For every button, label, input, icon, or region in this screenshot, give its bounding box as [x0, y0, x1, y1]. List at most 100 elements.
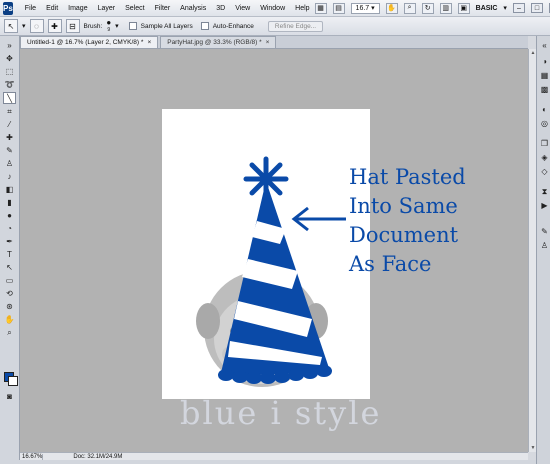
3d-rotate-tool-icon[interactable]: ⟲	[3, 288, 16, 300]
menu-3d[interactable]: 3D	[211, 5, 230, 12]
zoom-tool-icon[interactable]: ⌕	[403, 2, 416, 14]
healing-brush-tool-icon[interactable]: ✚	[3, 132, 16, 144]
menu-window[interactable]: Window	[255, 5, 290, 12]
channels-panel-icon[interactable]: ◈	[539, 152, 550, 163]
marquee-tool-icon[interactable]: ⬚	[3, 66, 16, 78]
new-selection-icon[interactable]: ◌	[29, 19, 44, 33]
shape-tool-icon[interactable]: ▭	[3, 275, 16, 287]
3d-orbit-tool-icon[interactable]: ⊛	[3, 301, 16, 313]
annotation-text: Hat Pasted Into Same Document As Face	[349, 163, 469, 279]
brush-size: 9	[107, 27, 111, 33]
canvas-workspace[interactable]: Hat Pasted Into Same Document As Face bl…	[20, 49, 528, 452]
bridge-icon[interactable]: ▦	[314, 2, 327, 14]
menu-analysis[interactable]: Analysis	[175, 5, 211, 12]
tools-panel: » ✥ ⬚ ➰ ╲ ⌗ ⁄ ✚ ✎ ♙ ♪ ◧ ▮ ● ◔ ✒ T ↖ ▭ ⟲ …	[0, 36, 20, 460]
dodge-tool-icon[interactable]: ◔	[3, 223, 16, 235]
clone-source-panel-icon[interactable]: ♙	[539, 240, 550, 251]
brush-chevron-icon[interactable]: ▾	[115, 22, 119, 30]
rotate-view-icon[interactable]: ↻	[421, 2, 434, 14]
annotation-line: Into Same	[349, 194, 458, 218]
minimize-icon[interactable]: –	[512, 3, 525, 13]
brush-label: Brush:	[83, 22, 103, 30]
screen-mode-icon[interactable]: ▣	[457, 2, 470, 14]
quick-mask-icon[interactable]: ◙	[3, 391, 16, 403]
menu-view[interactable]: View	[230, 5, 255, 12]
brush-picker[interactable]: ● 9	[106, 19, 111, 34]
menu-layer[interactable]: Layer	[93, 5, 121, 12]
refine-edge-button[interactable]: Refine Edge...	[267, 20, 324, 32]
arrange-documents-icon[interactable]: ▥	[439, 2, 452, 14]
quick-selection-tool-icon[interactable]: ╲	[3, 92, 16, 104]
panel-collapse-icon[interactable]: »	[3, 40, 16, 52]
zoom-value: 16.7	[355, 4, 370, 12]
vertical-scrollbar[interactable]: ▲ ▼	[528, 49, 536, 452]
horizontal-scrollbar[interactable]	[122, 452, 528, 460]
menu-edit[interactable]: Edit	[41, 5, 63, 12]
panel-dock: « ◑ ▦ ▩ ◐ ◎ ❐ ◈ ◇ ⧗ ▶ ✎ ♙	[536, 36, 550, 464]
watermark: blue i style	[180, 394, 382, 432]
menu-file[interactable]: File	[20, 5, 41, 12]
eyedropper-tool-icon[interactable]: ⁄	[3, 119, 16, 131]
brushes-panel-icon[interactable]: ✎	[539, 226, 550, 237]
crop-tool-icon[interactable]: ⌗	[3, 106, 16, 118]
party-hat	[218, 156, 332, 384]
type-tool-icon[interactable]: T	[3, 249, 16, 261]
background-color-swatch[interactable]	[8, 376, 18, 386]
add-to-selection-icon[interactable]: ✚	[47, 19, 62, 33]
actions-panel-icon[interactable]: ▶	[539, 200, 550, 211]
blur-tool-icon[interactable]: ●	[3, 210, 16, 222]
pen-tool-icon[interactable]: ✒	[3, 236, 16, 248]
zoom-level[interactable]: 16.7 ▾	[350, 2, 380, 14]
clone-stamp-tool-icon[interactable]: ♙	[3, 158, 16, 170]
workspace-switcher[interactable]: BASIC	[476, 5, 498, 12]
tab-untitled-1[interactable]: Untitled-1 @ 16.7% (Layer 2, CMYK/8) * ×	[20, 36, 159, 48]
annotation-line: Hat Pasted	[349, 165, 466, 189]
maximize-icon[interactable]: □	[530, 3, 543, 13]
chevron-down-icon[interactable]: ▾	[503, 4, 507, 12]
masks-panel-icon[interactable]: ◎	[539, 118, 550, 129]
baby-ear-left	[196, 303, 220, 339]
sample-all-layers-checkbox[interactable]	[128, 22, 137, 30]
status-bar: 16.67% Doc: 32.1M/24.9M	[20, 452, 122, 460]
document-canvas[interactable]	[162, 109, 370, 399]
gradient-tool-icon[interactable]: ▮	[3, 197, 16, 209]
dock-expand-icon[interactable]: «	[539, 40, 550, 51]
layers-panel-icon[interactable]: ❐	[539, 138, 550, 149]
photoshop-logo: Ps	[3, 1, 13, 15]
menu-select[interactable]: Select	[120, 5, 149, 12]
auto-enhance-checkbox[interactable]	[200, 22, 209, 30]
subtract-from-selection-icon[interactable]: ⊟	[65, 19, 80, 33]
status-zoom[interactable]: 16.67%	[20, 453, 44, 460]
quick-selection-tool-icon[interactable]: ↖	[4, 19, 18, 33]
styles-panel-icon[interactable]: ▩	[539, 84, 550, 95]
swatches-panel-icon[interactable]: ▦	[539, 70, 550, 81]
color-panel-icon[interactable]: ◑	[539, 56, 550, 67]
lasso-tool-icon[interactable]: ➰	[3, 79, 16, 91]
tool-preset-chevron-icon[interactable]: ▾	[22, 22, 26, 30]
path-selection-tool-icon[interactable]: ↖	[3, 262, 16, 274]
status-doc-size: Doc: 32.1M/24.9M	[73, 453, 123, 460]
tab-label: Untitled-1 @ 16.7% (Layer 2, CMYK/8) *	[27, 39, 144, 46]
paths-panel-icon[interactable]: ◇	[539, 166, 550, 177]
adjustments-panel-icon[interactable]: ◐	[539, 104, 550, 115]
menu-image[interactable]: Image	[63, 5, 92, 12]
sample-all-layers-label: Sample All Layers	[140, 22, 193, 30]
tab-partyhat[interactable]: PartyHat.jpg @ 33.3% (RGB/8) * ×	[160, 36, 277, 48]
brush-tool-icon[interactable]: ✎	[3, 145, 16, 157]
options-bar: ↖ ▾ ◌ ✚ ⊟ Brush: ● 9 ▾ Sample All Layers…	[0, 17, 550, 36]
hand-tool-icon[interactable]: ✋	[3, 314, 16, 326]
auto-enhance-label: Auto-Enhance	[212, 22, 254, 30]
composite-image	[196, 156, 332, 387]
history-brush-tool-icon[interactable]: ♪	[3, 171, 16, 183]
history-panel-icon[interactable]: ⧗	[539, 186, 550, 197]
guides-icon[interactable]: ▤	[332, 2, 345, 14]
tab-label: PartyHat.jpg @ 33.3% (RGB/8) *	[167, 39, 262, 46]
move-tool-icon[interactable]: ✥	[3, 53, 16, 65]
menu-help[interactable]: Help	[290, 5, 314, 12]
tab-close-icon[interactable]: ×	[266, 39, 270, 46]
eraser-tool-icon[interactable]: ◧	[3, 184, 16, 196]
menu-filter[interactable]: Filter	[150, 5, 176, 12]
zoom-tool-icon[interactable]: ⌕	[3, 327, 16, 339]
tab-close-icon[interactable]: ×	[147, 39, 151, 46]
hand-icon[interactable]: ✋	[385, 2, 398, 14]
